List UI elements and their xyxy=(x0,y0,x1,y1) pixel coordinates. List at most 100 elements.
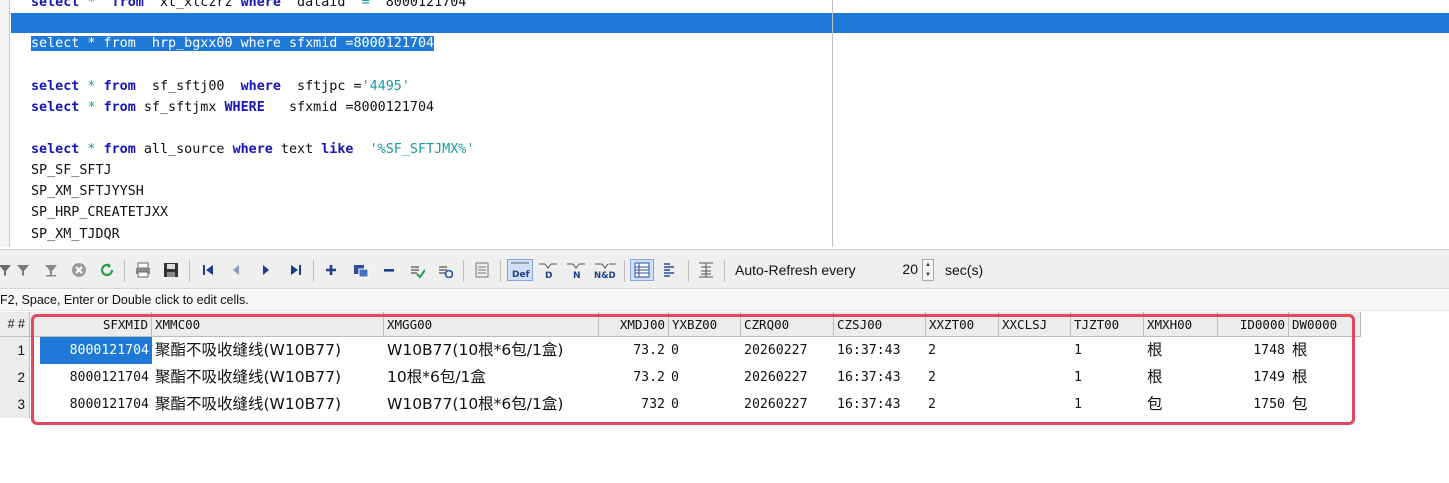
first-record-icon[interactable] xyxy=(199,261,217,279)
duplicate-record-icon[interactable] xyxy=(352,261,370,279)
table-cell-xmdj00[interactable]: 73.2 xyxy=(599,364,668,391)
table-cell-sfxmid[interactable]: 8000121704 xyxy=(40,337,152,364)
table-cell-id0000[interactable]: 1749 xyxy=(1218,364,1288,391)
result-grid[interactable]: # # SFXMID XMMC00 XMGG00 XMDJ00 YXBZ00 C… xyxy=(0,312,1449,483)
table-cell-czsj00[interactable]: 16:37:43 xyxy=(837,364,926,391)
column-header-xxzt00[interactable]: XXZT00 xyxy=(926,312,999,337)
sql-keyword: where xyxy=(240,79,281,94)
spin-down-icon[interactable]: ▼ xyxy=(923,270,933,280)
single-record-view-icon[interactable] xyxy=(661,261,679,279)
table-cell-dw0000[interactable]: 根 xyxy=(1292,337,1358,364)
table-cell-xmdj00[interactable]: 732 xyxy=(599,391,668,418)
table-cell-xmmc00[interactable]: 聚酯不吸收缝线(W10B77) xyxy=(155,391,384,418)
table-cell-xxclsj[interactable] xyxy=(1001,337,1071,364)
code-line[interactable]: select * from hrp_bgxx00 where sfxmid =8… xyxy=(31,34,435,54)
table-cell-yxbz00[interactable]: 0 xyxy=(671,364,741,391)
table-cell-tjzt00[interactable]: 1 xyxy=(1074,337,1144,364)
table-cell-czsj00[interactable]: 16:37:43 xyxy=(837,337,926,364)
table-cell-xmxh00[interactable]: 根 xyxy=(1147,364,1218,391)
n-icon[interactable]: N xyxy=(565,261,587,279)
table-cell-xxzt00[interactable]: 2 xyxy=(928,391,999,418)
column-header-xmmc00[interactable]: XMMC00 xyxy=(152,312,384,337)
table-cell-xxzt00[interactable]: 2 xyxy=(928,364,999,391)
table-cell-dw0000[interactable]: 根 xyxy=(1292,364,1358,391)
table-cell-czrq00[interactable]: 20260227 xyxy=(744,364,834,391)
table-cell-xmgg00[interactable]: 10根*6包/1盒 xyxy=(387,364,599,391)
table-cell-xxclsj[interactable] xyxy=(1001,391,1071,418)
prior-record-icon[interactable] xyxy=(227,261,245,279)
column-header-sfxmid[interactable]: SFXMID xyxy=(30,312,152,337)
table-row[interactable]: 2 8000121704 聚酯不吸收缝线(W10B77) 10根*6包/1盒 73.2 0… xyxy=(0,364,1360,391)
filter-icon[interactable] xyxy=(14,261,32,279)
record-view-icon[interactable] xyxy=(473,261,491,279)
svg-text:D: D xyxy=(545,271,552,279)
code-line[interactable]: select * from sf_sftj00 where sftjpc ='4… xyxy=(31,77,410,97)
table-cell-yxbz00[interactable]: 0 xyxy=(671,337,741,364)
refresh-icon[interactable] xyxy=(98,261,116,279)
table-cell-xmxh00[interactable]: 包 xyxy=(1147,391,1218,418)
table-cell-xxclsj[interactable] xyxy=(1001,364,1071,391)
code-line[interactable]: select * from all_source where text like… xyxy=(31,140,474,160)
column-layout-icon[interactable] xyxy=(697,261,715,279)
table-cell-xmgg00[interactable]: W10B77(10根*6包/1盒) xyxy=(387,337,599,364)
column-header-dw0000[interactable]: DW0000 xyxy=(1289,312,1361,337)
filter-icon[interactable] xyxy=(0,261,14,279)
table-cell-xmmc00[interactable]: 聚酯不吸收缝线(W10B77) xyxy=(155,337,384,364)
save-icon[interactable] xyxy=(162,261,180,279)
table-cell-sfxmid[interactable]: 8000121704 xyxy=(40,364,152,391)
table-cell-czsj00[interactable]: 16:37:43 xyxy=(837,391,926,418)
column-header-xmxh00[interactable]: XMXH00 xyxy=(1144,312,1218,337)
table-cell-xxzt00[interactable]: 2 xyxy=(928,337,999,364)
code-line[interactable]: select * from sf_sftjmx WHERE sfxmid =80… xyxy=(31,98,434,118)
sql-keyword: from xyxy=(103,100,136,115)
table-cell-tjzt00[interactable]: 1 xyxy=(1074,364,1144,391)
table-cell-xmxh00[interactable]: 根 xyxy=(1147,337,1218,364)
column-header-xxclsj[interactable]: XXCLSJ xyxy=(999,312,1071,337)
sql-editor[interactable]: select * from xt_xtczrz where dataid = 8… xyxy=(0,0,1449,247)
column-header-xmdj00[interactable]: XMDJ00 xyxy=(599,312,669,337)
table-row[interactable]: 3 8000121704 聚酯不吸收缝线(W10B77) W10B77(10根*6包/… xyxy=(0,391,1360,418)
table-cell-xmgg00[interactable]: W10B77(10根*6包/1盒) xyxy=(387,391,599,418)
spin-up-icon[interactable]: ▲ xyxy=(923,260,933,270)
column-header-czrq00[interactable]: CZRQ00 xyxy=(741,312,834,337)
post-changes-icon[interactable] xyxy=(408,261,426,279)
code-line[interactable]: SP_XM_TJDQR xyxy=(31,225,120,245)
cancel-icon[interactable] xyxy=(70,261,88,279)
column-header-xmgg00[interactable]: XMGG00 xyxy=(384,312,599,337)
column-header-tjzt00[interactable]: TJZT00 xyxy=(1071,312,1144,337)
table-cell-czrq00[interactable]: 20260227 xyxy=(744,391,834,418)
insert-record-icon[interactable] xyxy=(322,261,340,279)
next-record-icon[interactable] xyxy=(257,261,275,279)
row-number[interactable]: 1 xyxy=(0,337,30,364)
code-line[interactable]: SP_HRP_CREATETJXX xyxy=(31,203,168,223)
refresh-interval-spinner[interactable]: ▲ ▼ xyxy=(922,259,934,281)
table-cell-id0000[interactable]: 1748 xyxy=(1218,337,1288,364)
row-number[interactable]: 2 xyxy=(0,364,30,391)
clear-filter-icon[interactable] xyxy=(42,261,60,279)
cancel-changes-icon[interactable] xyxy=(436,261,454,279)
def-icon[interactable]: Def xyxy=(507,259,533,281)
table-cell-id0000[interactable]: 1750 xyxy=(1218,391,1288,418)
table-cell-czrq00[interactable]: 20260227 xyxy=(744,337,834,364)
table-cell-dw0000[interactable]: 包 xyxy=(1292,391,1358,418)
delete-record-icon[interactable] xyxy=(380,261,398,279)
row-number[interactable]: 3 xyxy=(0,391,30,418)
table-cell-sfxmid[interactable]: 8000121704 xyxy=(40,391,152,418)
table-cell-tjzt00[interactable]: 1 xyxy=(1074,391,1144,418)
print-icon[interactable] xyxy=(134,261,152,279)
n-and-d-icon[interactable]: N&D xyxy=(593,261,619,279)
d-icon[interactable]: D xyxy=(537,261,559,279)
table-cell-xmdj00[interactable]: 73.2 xyxy=(599,337,668,364)
column-header-czsj00[interactable]: CZSJ00 xyxy=(834,312,926,337)
code-line[interactable]: SP_XM_SFTJYYSH xyxy=(31,182,144,202)
column-header-id0000[interactable]: ID0000 xyxy=(1218,312,1289,337)
refresh-interval-input[interactable] xyxy=(890,260,918,278)
table-cell-xmmc00[interactable]: 聚酯不吸收缝线(W10B77) xyxy=(155,364,384,391)
last-record-icon[interactable] xyxy=(287,261,305,279)
column-header-yxbz00[interactable]: YXBZ00 xyxy=(669,312,741,337)
code-line[interactable]: select * from xt_xtczrz where dataid = 8… xyxy=(31,0,466,13)
grid-view-icon[interactable] xyxy=(630,259,654,281)
code-line[interactable]: SP_SF_SFTJ xyxy=(31,161,112,181)
table-cell-yxbz00[interactable]: 0 xyxy=(671,391,741,418)
table-row[interactable]: 1 8000121704 聚酯不吸收缝线(W10B77) W10B77(10根*6包/… xyxy=(0,337,1360,364)
